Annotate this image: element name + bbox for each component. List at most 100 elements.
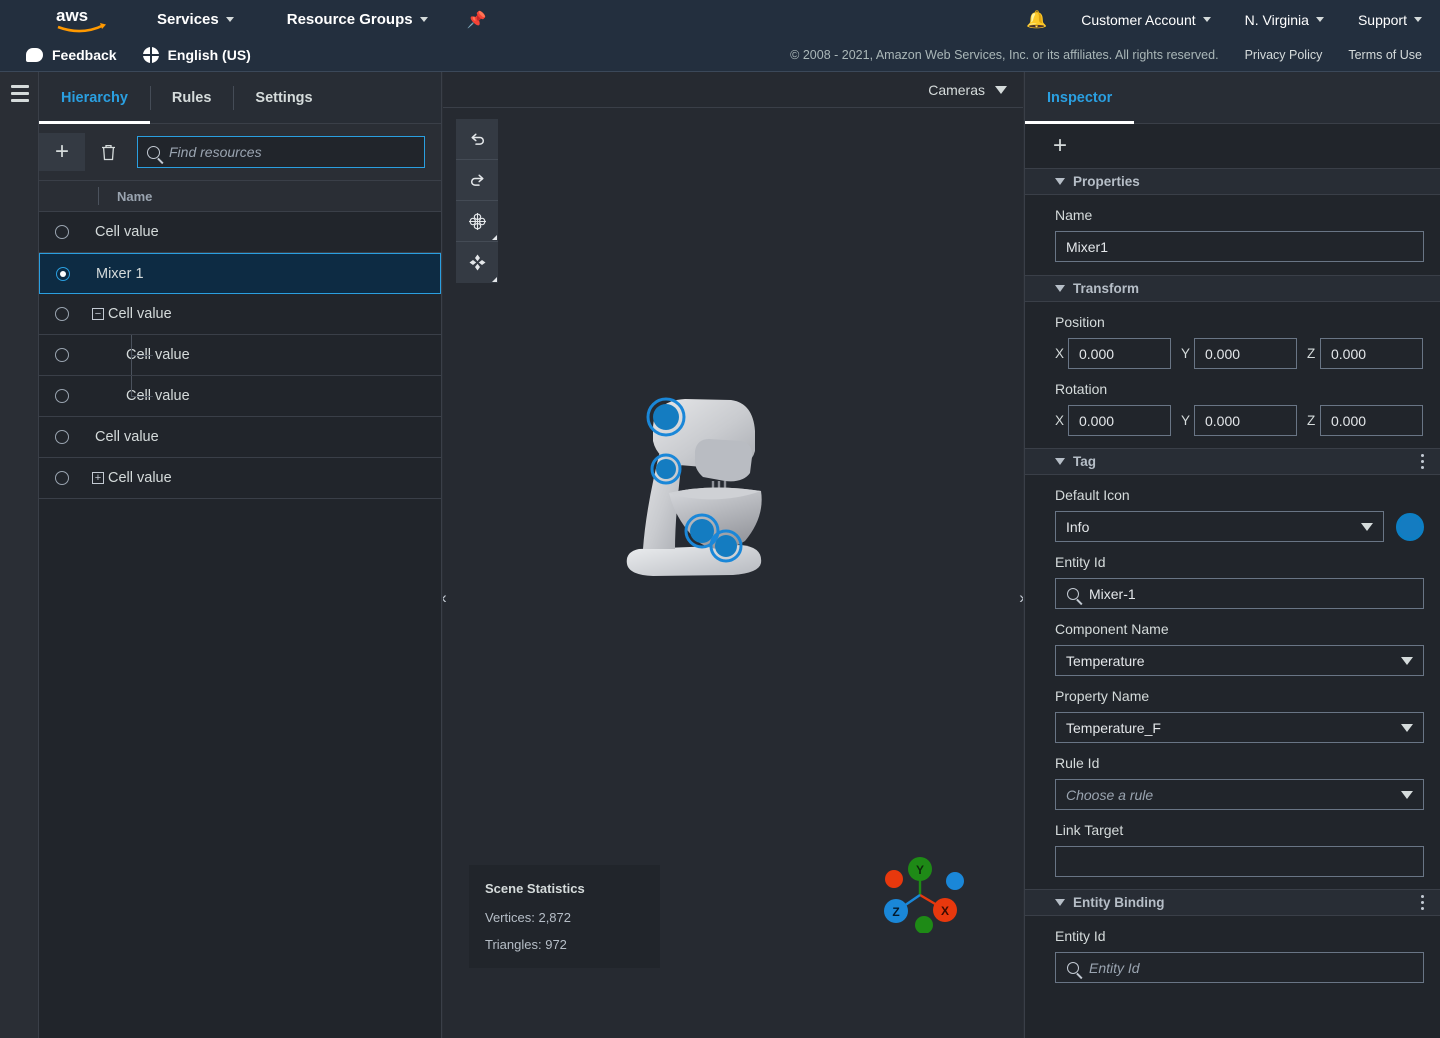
chevron-down-icon: [1401, 791, 1413, 799]
find-resources-box[interactable]: [137, 136, 425, 168]
chevron-down-icon[interactable]: [1055, 178, 1065, 185]
entity-binding-kebab-menu-icon[interactable]: [1421, 892, 1424, 913]
tab-hierarchy[interactable]: Hierarchy: [39, 72, 150, 123]
terms-of-use-link[interactable]: Terms of Use: [1348, 48, 1422, 62]
list-item[interactable]: Cell value: [39, 212, 441, 253]
list-item[interactable]: + Cell value: [39, 458, 441, 499]
row-radio[interactable]: [55, 348, 69, 362]
tab-settings[interactable]: Settings: [233, 72, 334, 123]
chevron-down-icon: [226, 17, 234, 22]
feedback-button[interactable]: Feedback: [26, 47, 117, 63]
tool-dropdown-corner[interactable]: [492, 277, 497, 282]
section-header-transform[interactable]: Transform: [1025, 276, 1440, 302]
field-binding-entity-id: Entity Id Entity Id: [1025, 916, 1440, 983]
position-x-input[interactable]: [1068, 338, 1171, 369]
rule-id-select[interactable]: Choose a rule: [1055, 779, 1424, 810]
row-radio[interactable]: [55, 471, 69, 485]
add-component-button[interactable]: +: [1053, 134, 1067, 158]
list-item-label: Cell value: [108, 306, 172, 322]
tag-entity-id-input[interactable]: Mixer-1: [1055, 578, 1424, 609]
hamburger-menu-icon[interactable]: [11, 85, 29, 106]
position-y-axis-label: Y: [1181, 346, 1194, 361]
position-z-axis-label: Z: [1307, 346, 1320, 361]
add-object-button[interactable]: +: [39, 133, 85, 171]
list-item[interactable]: Cell value: [39, 376, 441, 417]
tab-rules[interactable]: Rules: [150, 72, 234, 123]
bell-icon[interactable]: 🔔: [1026, 10, 1047, 30]
section-header-properties-label: Properties: [1073, 174, 1140, 189]
pin-icon[interactable]: 📌: [467, 10, 487, 30]
section-header-entity-binding[interactable]: Entity Binding: [1025, 890, 1440, 916]
row-radio[interactable]: [56, 267, 70, 281]
section-header-properties[interactable]: Properties: [1025, 169, 1440, 195]
nav-region[interactable]: N. Virginia: [1245, 12, 1324, 28]
cameras-dropdown-label[interactable]: Cameras: [928, 82, 985, 98]
tag-kebab-menu-icon[interactable]: [1421, 451, 1424, 472]
rotation-y-axis-label: Y: [1181, 413, 1194, 428]
nav-support[interactable]: Support: [1358, 12, 1422, 28]
list-item[interactable]: − Cell value: [39, 294, 441, 335]
scene-viewport: Cameras: [443, 72, 1023, 1038]
component-name-select[interactable]: Temperature: [1055, 645, 1424, 676]
row-radio[interactable]: [55, 307, 69, 321]
tree-indent-guide: [131, 376, 132, 396]
expand-expander-icon[interactable]: +: [92, 472, 104, 484]
field-rule-id: Rule Id Choose a rule: [1025, 743, 1440, 810]
nav-services[interactable]: Services: [157, 11, 234, 28]
search-icon: [147, 146, 160, 159]
translate-gizmo-button[interactable]: [456, 242, 498, 283]
position-z-input[interactable]: [1320, 338, 1423, 369]
rotation-x-input[interactable]: [1068, 405, 1171, 436]
rotation-y-input[interactable]: [1194, 405, 1297, 436]
property-name-select[interactable]: Temperature_F: [1055, 712, 1424, 743]
nav-region-label: N. Virginia: [1245, 12, 1309, 28]
viewport-canvas[interactable]: Scene Statistics Vertices: 2,872 Triangl…: [443, 109, 1023, 1038]
position-y-input[interactable]: [1194, 338, 1297, 369]
search-input[interactable]: [169, 144, 415, 160]
axis-orientation-gizmo[interactable]: Y X Z: [870, 853, 970, 933]
undo-button[interactable]: [456, 119, 498, 160]
section-header-transform-label: Transform: [1073, 281, 1139, 296]
list-item[interactable]: Cell value: [39, 417, 441, 458]
name-input[interactable]: [1055, 231, 1424, 262]
list-item[interactable]: Mixer 1: [39, 253, 441, 294]
section-header-tag[interactable]: Tag: [1025, 449, 1440, 475]
chevron-down-icon[interactable]: [995, 86, 1007, 94]
binding-entity-id-input[interactable]: Entity Id: [1055, 952, 1424, 983]
hierarchy-column-header: Name: [39, 181, 441, 212]
default-icon-select[interactable]: Info: [1055, 511, 1384, 542]
delete-object-button[interactable]: [85, 133, 131, 171]
row-radio[interactable]: [55, 389, 69, 403]
chevron-down-icon[interactable]: [1055, 899, 1065, 906]
row-radio[interactable]: [55, 430, 69, 444]
list-item[interactable]: Cell value: [39, 335, 441, 376]
rotation-z-input[interactable]: [1320, 405, 1423, 436]
tool-dropdown-corner[interactable]: [492, 235, 497, 240]
rotation-z-axis-label: Z: [1307, 413, 1320, 428]
rotate-gizmo-button[interactable]: [456, 201, 498, 242]
field-rule-id-label: Rule Id: [1055, 755, 1424, 771]
tab-rules-label: Rules: [172, 90, 212, 106]
nav-account[interactable]: Customer Account: [1081, 12, 1210, 28]
collapse-expander-icon[interactable]: −: [92, 308, 104, 320]
redo-button[interactable]: [456, 160, 498, 201]
stand-mixer-3d-model[interactable]: [613, 389, 803, 589]
copyright-text: © 2008 - 2021, Amazon Web Services, Inc.…: [790, 48, 1218, 62]
nav-resource-groups[interactable]: Resource Groups: [287, 11, 428, 28]
chevron-down-icon[interactable]: [1055, 285, 1065, 292]
collapse-right-panel-button[interactable]: ›: [1013, 578, 1023, 618]
chevron-down-icon: [420, 17, 428, 22]
link-target-input[interactable]: [1055, 846, 1424, 877]
chevron-down-icon[interactable]: [1055, 458, 1065, 465]
aws-logo[interactable]: aws: [54, 5, 112, 35]
viewport-toolbar: [456, 119, 498, 283]
section-header-tag-label: Tag: [1073, 454, 1096, 469]
tab-inspector[interactable]: Inspector: [1025, 72, 1134, 123]
privacy-policy-link[interactable]: Privacy Policy: [1245, 48, 1323, 62]
collapse-left-panel-button[interactable]: ‹: [443, 578, 453, 618]
field-default-icon: Default Icon Info: [1025, 475, 1440, 542]
row-radio[interactable]: [55, 225, 69, 239]
tab-hierarchy-label: Hierarchy: [61, 90, 128, 106]
position-x-axis-label: X: [1055, 346, 1068, 361]
language-button[interactable]: English (US): [143, 47, 251, 63]
